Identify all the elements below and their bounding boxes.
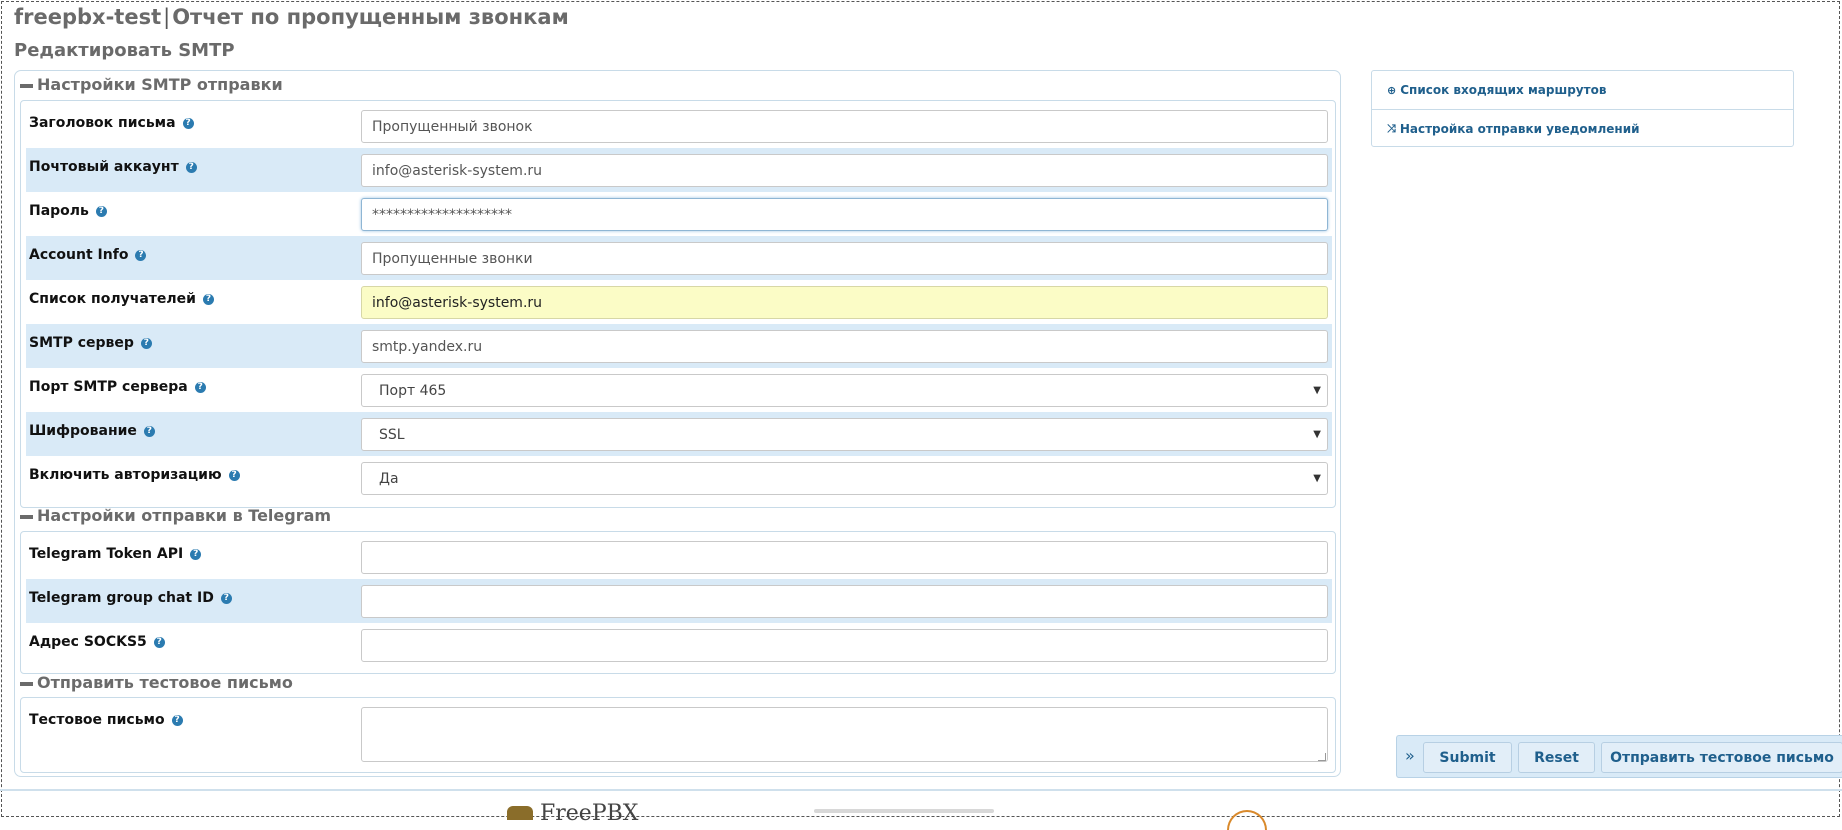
collapse-minus-icon[interactable] bbox=[20, 681, 33, 686]
help-icon[interactable]: ? bbox=[95, 205, 107, 217]
sidebar-link-notification-settings[interactable]: ⤨ Настройка отправки уведомлений bbox=[1372, 109, 1793, 147]
help-icon[interactable]: ? bbox=[182, 117, 194, 129]
footer-fine-print bbox=[814, 809, 994, 813]
auth-select-value: Да bbox=[379, 470, 399, 487]
arrow-circle-down-icon: ⊕ bbox=[1387, 83, 1397, 97]
row-account-info: Account Info? bbox=[26, 236, 1332, 280]
row-auth: Включить авторизацию? Да ▼ bbox=[26, 456, 1332, 500]
encryption-label: Шифрование? bbox=[29, 423, 155, 439]
test-message-label: Тестовое письмо? bbox=[29, 712, 183, 728]
recipients-label: Список получателей? bbox=[29, 291, 214, 307]
footer-divider bbox=[0, 789, 1842, 791]
telegram-chat-id-label: Telegram group chat ID? bbox=[29, 590, 232, 606]
password-input[interactable] bbox=[361, 198, 1328, 231]
row-recipients: Список получателей? bbox=[26, 280, 1332, 324]
row-telegram-token: Telegram Token API? bbox=[26, 535, 1332, 579]
sidebar-link-inbound-routes[interactable]: ⊕ Список входящих маршрутов bbox=[1372, 71, 1793, 109]
help-icon[interactable]: ? bbox=[220, 592, 232, 604]
caret-down-icon: ▼ bbox=[1313, 429, 1321, 440]
test-message-textarea[interactable] bbox=[361, 707, 1328, 762]
page-title: freepbx-test|Отчет по пропущенным звонка… bbox=[14, 5, 569, 29]
page-subtitle: Редактировать SMTP bbox=[14, 40, 235, 61]
report-name: Отчет по пропущенным звонкам bbox=[172, 5, 569, 29]
row-port: Порт SMTP сервера? Порт 465 ▼ bbox=[26, 368, 1332, 412]
account-info-input[interactable] bbox=[361, 242, 1328, 275]
help-icon[interactable]: ? bbox=[140, 337, 152, 349]
sidebar-link-label: Настройка отправки уведомлений bbox=[1399, 121, 1640, 136]
help-icon[interactable]: ? bbox=[171, 714, 183, 726]
account-label: Почтовый аккаунт? bbox=[29, 159, 197, 175]
row-socks5: Адрес SOCKS5? bbox=[26, 623, 1332, 667]
telegram-token-label: Telegram Token API? bbox=[29, 546, 202, 562]
help-icon[interactable]: ? bbox=[153, 636, 165, 648]
help-icon[interactable]: ? bbox=[185, 161, 197, 173]
smtp-server-label: SMTP сервер? bbox=[29, 335, 152, 351]
row-subject: Заголовок письма? bbox=[26, 104, 1332, 148]
recipients-input[interactable] bbox=[361, 286, 1328, 319]
reset-button[interactable]: Reset bbox=[1518, 742, 1595, 773]
help-icon[interactable]: ? bbox=[228, 469, 240, 481]
resize-grip-icon[interactable] bbox=[1318, 753, 1326, 761]
account-info-label: Account Info? bbox=[29, 247, 147, 263]
sidebar-panel: ⊕ Список входящих маршрутов ⤨ Настройка … bbox=[1371, 70, 1794, 147]
auth-select[interactable]: Да ▼ bbox=[361, 462, 1328, 495]
action-bar: » Submit Reset Отправить тестовое письмо bbox=[1396, 735, 1842, 778]
socks5-input[interactable] bbox=[361, 629, 1328, 662]
subject-label: Заголовок письма? bbox=[29, 115, 194, 131]
auth-label: Включить авторизацию? bbox=[29, 467, 240, 483]
caret-down-icon: ▼ bbox=[1313, 385, 1321, 396]
help-icon[interactable]: ? bbox=[194, 381, 206, 393]
telegram-token-input[interactable] bbox=[361, 541, 1328, 574]
help-icon[interactable]: ? bbox=[135, 249, 147, 261]
port-select[interactable]: Порт 465 ▼ bbox=[361, 374, 1328, 407]
row-account: Почтовый аккаунт? bbox=[26, 148, 1332, 192]
submit-button[interactable]: Submit bbox=[1423, 742, 1512, 773]
sidebar-link-label: Список входящих маршрутов bbox=[1400, 83, 1607, 97]
caret-down-icon: ▼ bbox=[1313, 473, 1321, 484]
freepbx-logo: FreePBX bbox=[540, 801, 639, 826]
collapse-minus-icon[interactable] bbox=[20, 83, 33, 88]
password-label: Пароль? bbox=[29, 203, 107, 219]
encryption-select[interactable]: SSL ▼ bbox=[361, 418, 1328, 451]
send-test-button[interactable]: Отправить тестовое письмо bbox=[1601, 742, 1842, 773]
double-chevron-right-icon[interactable]: » bbox=[1405, 746, 1415, 765]
telegram-section-title: Настройки отправки в Telegram bbox=[37, 506, 332, 525]
smtp-section-header[interactable]: Настройки SMTP отправки bbox=[20, 75, 283, 94]
sangoma-logo-icon bbox=[507, 806, 533, 820]
port-label: Порт SMTP сервера? bbox=[29, 379, 206, 395]
help-icon[interactable]: ? bbox=[190, 548, 202, 560]
row-test-message: Тестовое письмо? bbox=[26, 701, 1332, 769]
subject-input[interactable] bbox=[361, 110, 1328, 143]
title-separator: | bbox=[163, 5, 171, 29]
test-section-header[interactable]: Отправить тестовое письмо bbox=[20, 673, 293, 692]
row-password: Пароль? bbox=[26, 192, 1332, 236]
row-encryption: Шифрование? SSL ▼ bbox=[26, 412, 1332, 456]
port-select-value: Порт 465 bbox=[379, 382, 447, 399]
telegram-chat-id-input[interactable] bbox=[361, 585, 1328, 618]
row-telegram-chat-id: Telegram group chat ID? bbox=[26, 579, 1332, 623]
account-input[interactable] bbox=[361, 154, 1328, 187]
help-icon[interactable]: ? bbox=[202, 293, 214, 305]
help-icon[interactable]: ? bbox=[143, 425, 155, 437]
telegram-section-header[interactable]: Настройки отправки в Telegram bbox=[20, 506, 331, 525]
smtp-section-title: Настройки SMTP отправки bbox=[37, 75, 283, 94]
row-smtp-server: SMTP сервер? bbox=[26, 324, 1332, 368]
test-section-title: Отправить тестовое письмо bbox=[37, 673, 293, 692]
encryption-select-value: SSL bbox=[379, 426, 405, 443]
smtp-server-input[interactable] bbox=[361, 330, 1328, 363]
collapse-minus-icon[interactable] bbox=[20, 514, 33, 519]
socks5-label: Адрес SOCKS5? bbox=[29, 634, 165, 650]
site-name: freepbx-test bbox=[14, 5, 162, 29]
shuffle-icon: ⤨ bbox=[1387, 121, 1396, 135]
